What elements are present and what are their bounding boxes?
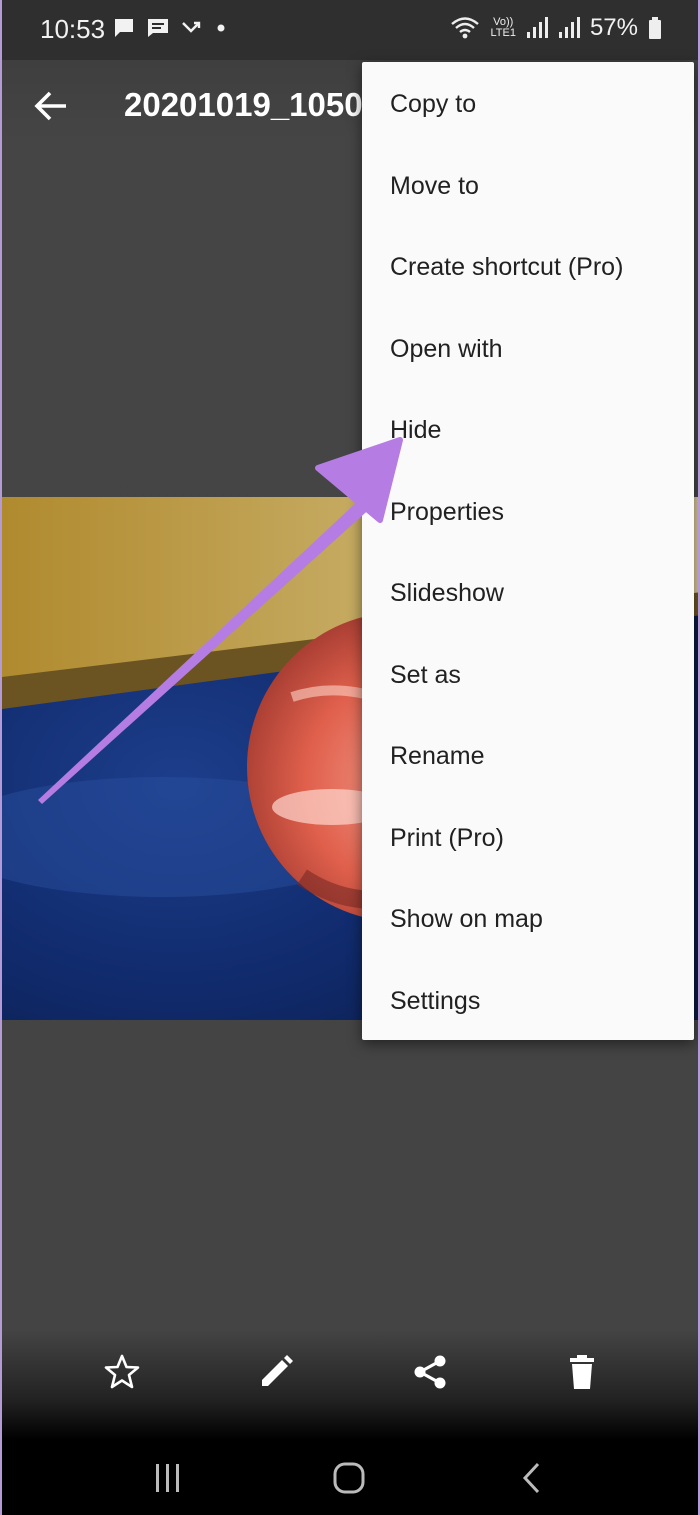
menu-item-slideshow[interactable]: Slideshow — [362, 553, 694, 635]
menu-item-open-with[interactable]: Open with — [362, 309, 694, 391]
star-icon[interactable] — [102, 1352, 142, 1392]
menu-item-copy-to[interactable]: Copy to — [362, 64, 694, 146]
home-icon[interactable] — [329, 1458, 369, 1498]
delete-icon[interactable] — [562, 1352, 602, 1392]
menu-item-hide[interactable]: Hide — [362, 390, 694, 472]
status-right: Vo)) LTE1 57% — [450, 14, 662, 42]
navigation-bar — [2, 1440, 698, 1515]
share-icon[interactable] — [410, 1352, 450, 1392]
menu-item-move-to[interactable]: Move to — [362, 146, 694, 228]
file-title: 20201019_1050 — [124, 86, 363, 123]
lte-label: LTE1 — [490, 27, 516, 39]
network-type: Vo)) LTE1 — [490, 17, 515, 39]
notification-icons — [112, 16, 228, 40]
dot-icon — [217, 24, 225, 32]
menu-item-properties[interactable]: Properties — [362, 472, 694, 554]
bottom-actions — [2, 1340, 698, 1410]
menu-item-print[interactable]: Print (Pro) — [362, 798, 694, 880]
message-icon — [115, 19, 133, 37]
menu-item-rename[interactable]: Rename — [362, 716, 694, 798]
missed-call-icon — [182, 21, 201, 33]
recents-icon[interactable] — [148, 1458, 188, 1498]
status-bar: 10:53 Vo)) LTE1 57% — [2, 0, 698, 60]
menu-item-set-as[interactable]: Set as — [362, 635, 694, 717]
overflow-menu: Copy to Move to Create shortcut (Pro) Op… — [362, 62, 694, 1040]
signal-icon — [526, 17, 548, 38]
screen: 10:53 Vo)) LTE1 57% 20201019_1050 Copy t… — [0, 0, 700, 1515]
arrow-left-icon[interactable] — [32, 86, 72, 126]
signal-icon — [558, 17, 580, 38]
back-icon[interactable] — [512, 1458, 552, 1498]
menu-item-show-on-map[interactable]: Show on map — [362, 879, 694, 961]
edit-icon[interactable] — [256, 1352, 296, 1392]
chat-icon — [148, 19, 168, 37]
battery-percent: 57% — [589, 14, 638, 41]
battery-icon — [649, 17, 661, 39]
menu-item-settings[interactable]: Settings — [362, 961, 694, 1043]
menu-item-create-shortcut[interactable]: Create shortcut (Pro) — [362, 227, 694, 309]
status-time: 10:53 — [40, 14, 106, 44]
wifi-icon — [451, 17, 480, 39]
